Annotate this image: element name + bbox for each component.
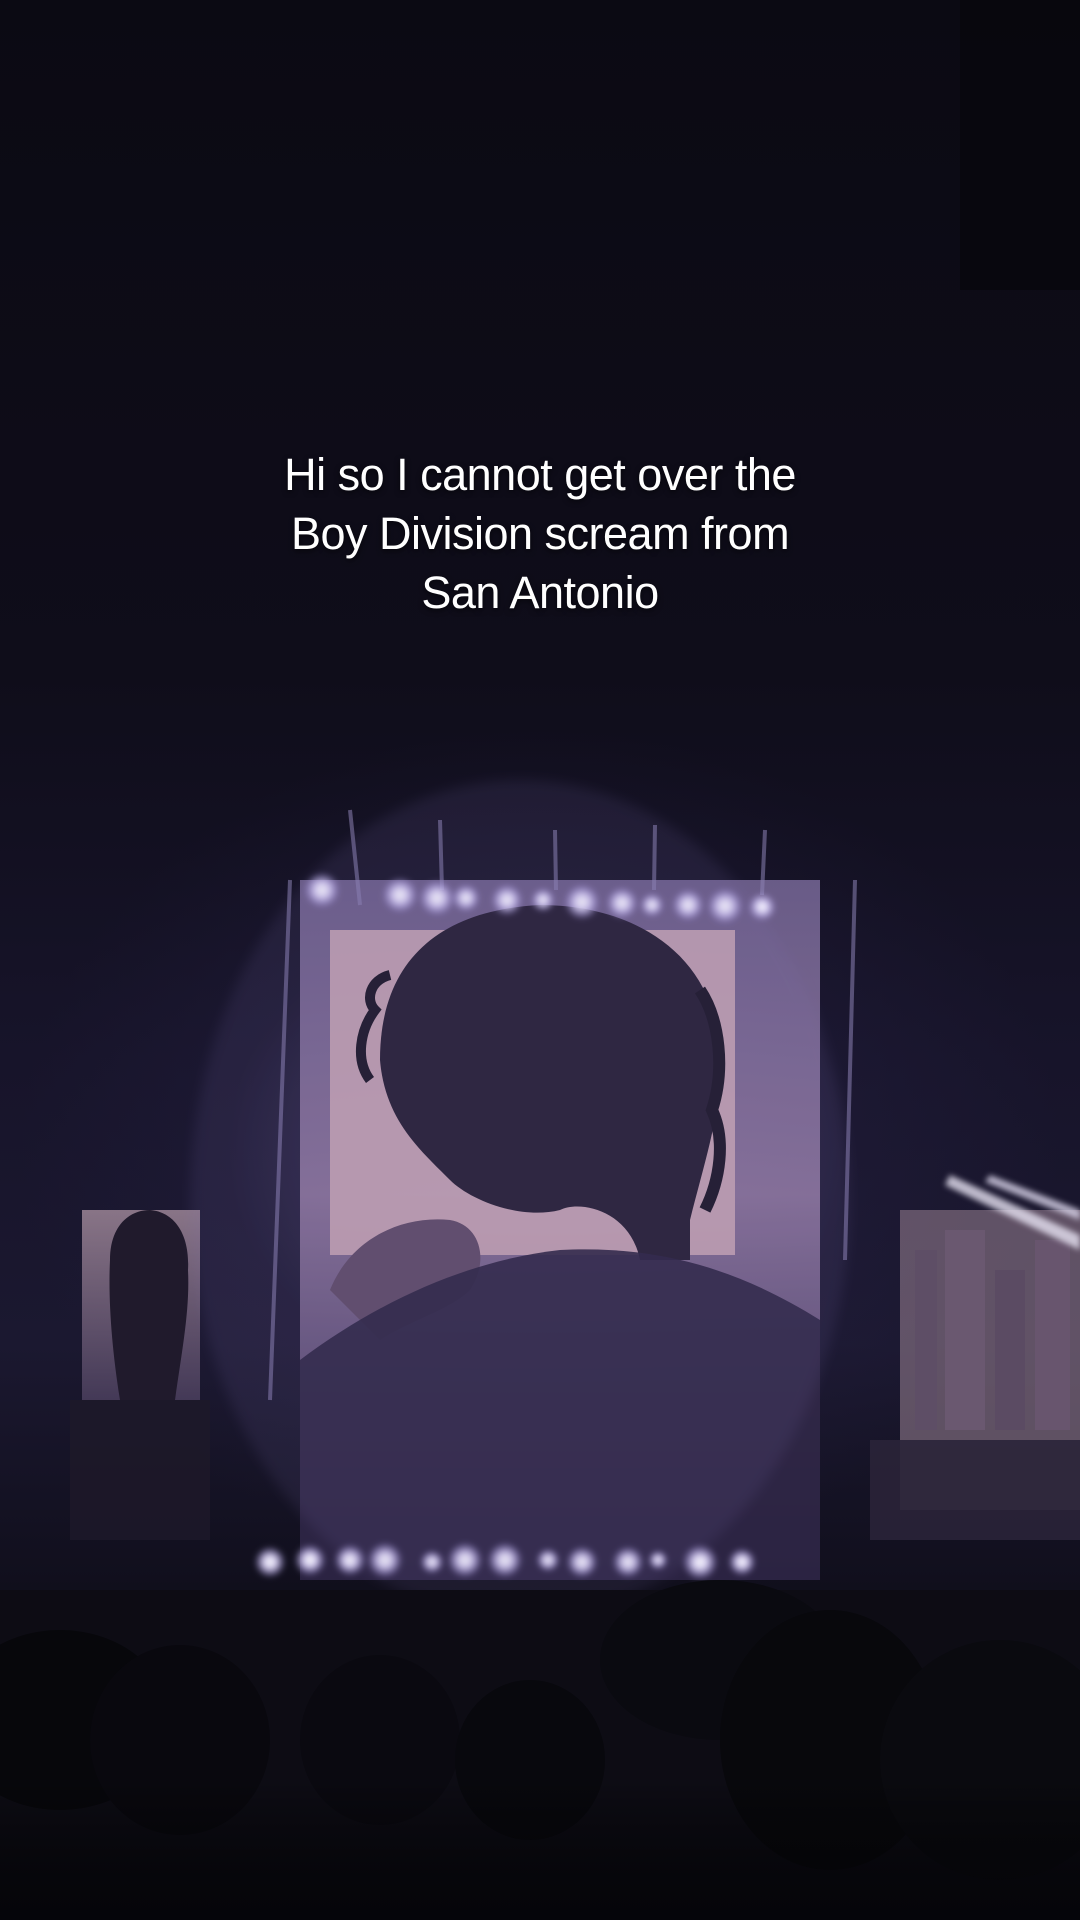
caption-line-2: Boy Division scream from: [290, 508, 790, 559]
caption-line-1: Hi so I cannot get over the: [284, 449, 796, 500]
crowd-silhouettes: [0, 1580, 1080, 1920]
right-side-screen: [870, 1210, 1080, 1540]
caption-text: Hi so I cannot get over the Boy Division…: [190, 445, 890, 622]
video-frame: Hi so I cannot get over the Boy Division…: [0, 0, 1080, 1920]
concert-photo: [0, 0, 1080, 1920]
caption-line-3: San Antonio: [421, 567, 659, 618]
left-side-screen: [70, 1210, 210, 1540]
